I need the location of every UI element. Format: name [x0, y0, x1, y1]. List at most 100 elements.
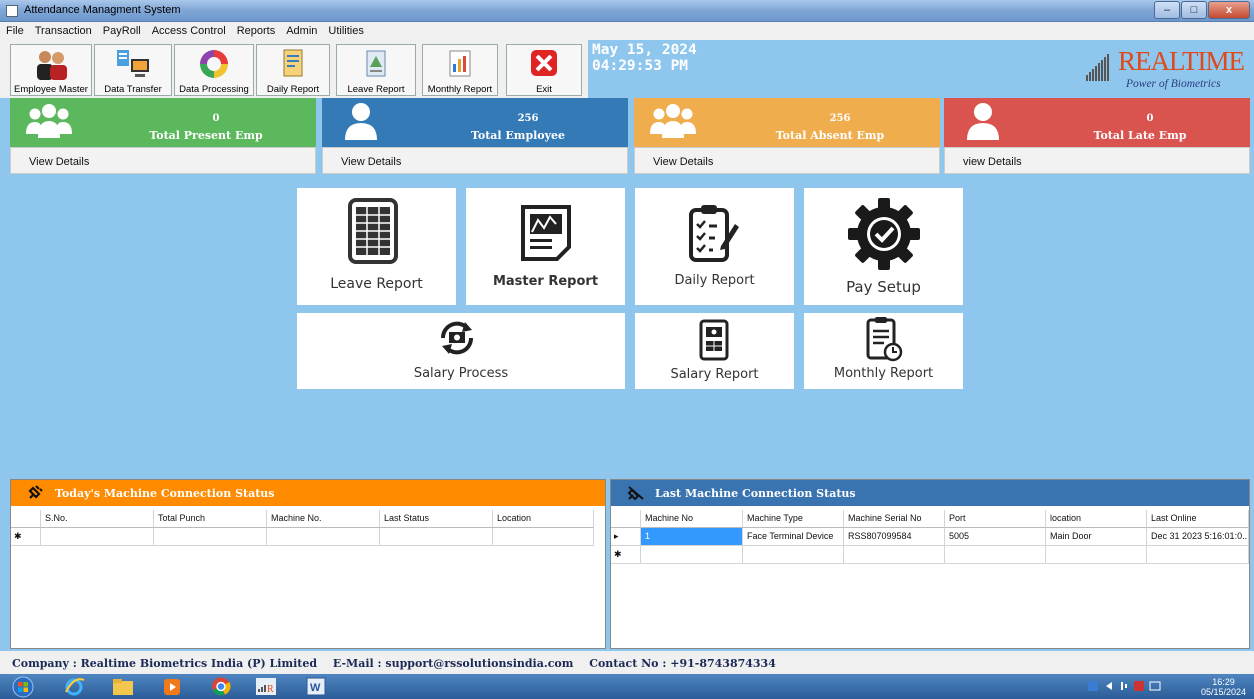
menu-admin[interactable]: Admin — [280, 22, 322, 37]
employee-count: 256 — [517, 113, 539, 124]
data-processing-button[interactable]: Data Processing — [174, 44, 254, 96]
taskbar-clock[interactable]: 16:29 05/15/2024 — [1201, 677, 1246, 697]
cell-port[interactable]: 5005 — [945, 528, 1046, 546]
col-machine-type[interactable]: Machine Type — [743, 510, 844, 528]
media-player-taskbar-icon[interactable] — [160, 676, 200, 697]
data-transfer-button[interactable]: Data Transfer — [94, 44, 172, 96]
menu-file[interactable]: File — [0, 22, 29, 37]
tile-pay-setup[interactable]: Pay Setup — [804, 188, 963, 305]
minimize-button[interactable]: – — [1154, 1, 1180, 19]
ie-taskbar-icon[interactable] — [62, 676, 102, 697]
gear-check-icon — [848, 198, 920, 270]
user-icon — [967, 103, 999, 140]
menu-payroll[interactable]: PayRoll — [97, 22, 146, 37]
exit-x-icon — [531, 50, 557, 76]
last-status-title: Last Machine Connection Status — [655, 487, 856, 500]
last-status-grid: Machine No Machine Type Machine Serial N… — [611, 510, 1249, 564]
tile-leave-report[interactable]: Leave Report — [297, 188, 456, 305]
svg-text:W: W — [310, 682, 321, 694]
footer-email: E-Mail : support@rssolutionsindia.com — [332, 657, 574, 670]
word-taskbar-icon[interactable]: W — [304, 676, 344, 697]
table-row-new[interactable]: ✱ — [11, 528, 594, 546]
menu-access-control[interactable]: Access Control — [146, 22, 231, 37]
stat-card-late: 0 Total Late Emp view Details — [944, 98, 1250, 174]
col-machine-no[interactable]: Machine No. — [267, 510, 380, 528]
master-report-icon — [521, 205, 571, 261]
last-grid-header: Machine No Machine Type Machine Serial N… — [611, 510, 1249, 528]
table-row-new[interactable]: ✱ — [611, 546, 1249, 564]
maximize-button[interactable]: □ — [1181, 1, 1207, 19]
leave-report-toolbar-button[interactable]: Leave Report — [336, 44, 416, 96]
tile-monthly-report[interactable]: Monthly Report — [804, 313, 963, 389]
col-machine-serial[interactable]: Machine Serial No — [844, 510, 945, 528]
title-bar: Attendance Managment System – □ x — [0, 0, 1254, 22]
tray-icons — [1088, 681, 1161, 691]
logo-brand: REALTIME — [1118, 46, 1245, 76]
pay-setup-label: Pay Setup — [846, 278, 921, 296]
window-title: Attendance Managment System — [24, 4, 181, 16]
today-status-grid: S.No. Total Punch Machine No. Last Statu… — [11, 510, 594, 546]
cell-machine-serial[interactable]: RSS807099584 — [844, 528, 945, 546]
exit-button[interactable]: Exit — [506, 44, 582, 96]
col-location[interactable]: location — [1046, 510, 1147, 528]
monthly-report-toolbar-button[interactable]: Monthly Report — [422, 44, 498, 96]
footer-contact: Contact No : +91-8743874334 — [589, 657, 776, 670]
spreadsheet-icon — [348, 198, 398, 264]
new-row-marker: ✱ — [611, 546, 641, 564]
present-view-details-link[interactable]: View Details — [10, 147, 316, 174]
footer-company: Company : Realtime Biometrics India (P) … — [12, 657, 318, 670]
menu-transaction[interactable]: Transaction — [29, 22, 97, 37]
current-time: 04:29:53 PM — [592, 58, 689, 74]
present-caption: Total Present Emp — [149, 129, 263, 142]
daily-report-button[interactable]: Daily Report — [256, 44, 330, 96]
last-status-panel: Last Machine Connection Status Machine N… — [610, 479, 1250, 649]
col-total-punch[interactable]: Total Punch — [154, 510, 267, 528]
employee-master-button[interactable]: Employee Master — [10, 44, 92, 96]
late-view-details-link[interactable]: view Details — [944, 147, 1250, 174]
chart-report-icon — [449, 50, 471, 77]
realtime-app-taskbar-icon[interactable]: R — [254, 676, 294, 697]
tile-daily-report[interactable]: Daily Report — [635, 188, 794, 305]
tile-salary-report[interactable]: Salary Report — [635, 313, 794, 389]
table-row[interactable]: ▸ 1 Face Terminal Device RSS807099584 50… — [611, 528, 1249, 546]
present-count: 0 — [212, 113, 220, 124]
people-icon — [37, 51, 67, 80]
cell-location[interactable]: Main Door — [1046, 528, 1147, 546]
col-last-online[interactable]: Last Online — [1147, 510, 1249, 528]
daily-report-label: Daily Report — [674, 273, 755, 288]
employee-view-details-link[interactable]: View Details — [322, 147, 628, 174]
master-report-label: Master Report — [492, 274, 599, 289]
windows-logo-icon — [12, 676, 34, 698]
absent-view-details-link[interactable]: View Details — [634, 147, 940, 174]
explorer-taskbar-icon[interactable] — [110, 676, 150, 697]
col-machine-no[interactable]: Machine No — [641, 510, 743, 528]
window-controls: – □ x — [1153, 1, 1250, 19]
leave-report-label: Leave Report — [330, 276, 423, 292]
system-tray[interactable] — [1086, 676, 1166, 697]
col-port[interactable]: Port — [945, 510, 1046, 528]
cell-machine-no[interactable]: 1 — [641, 528, 743, 546]
cell-machine-type[interactable]: Face Terminal Device — [743, 528, 844, 546]
today-status-panel: Today's Machine Connection Status S.No. … — [10, 479, 606, 649]
start-button[interactable] — [8, 676, 42, 698]
menu-reports[interactable]: Reports — [231, 22, 281, 37]
tile-master-report[interactable]: Master Report — [466, 188, 625, 305]
col-last-status[interactable]: Last Status — [380, 510, 493, 528]
header-area: May 15, 2024 04:29:53 PM REALTIME Power … — [588, 40, 1254, 98]
col-sno[interactable]: S.No. — [41, 510, 154, 528]
stat-card-absent: 256 Total Absent Emp View Details — [634, 98, 940, 174]
cell-last-online[interactable]: Dec 31 2023 5:16:01:0... — [1147, 528, 1249, 546]
absent-count: 256 — [829, 113, 851, 124]
last-status-header: Last Machine Connection Status — [611, 480, 1249, 506]
chrome-taskbar-icon[interactable] — [208, 676, 248, 697]
money-refresh-icon — [440, 321, 474, 355]
transfer-icon — [117, 50, 149, 77]
close-button[interactable]: x — [1208, 1, 1250, 19]
salary-process-label: Salary Process — [413, 366, 509, 381]
col-location[interactable]: Location — [493, 510, 594, 528]
menu-bar: File Transaction PayRoll Access Control Repo… — [0, 22, 1254, 40]
tile-salary-process[interactable]: Salary Process — [297, 313, 625, 389]
menu-utilities[interactable]: Utilities — [322, 22, 368, 37]
app-icon — [6, 5, 18, 17]
user-icon — [345, 103, 377, 140]
